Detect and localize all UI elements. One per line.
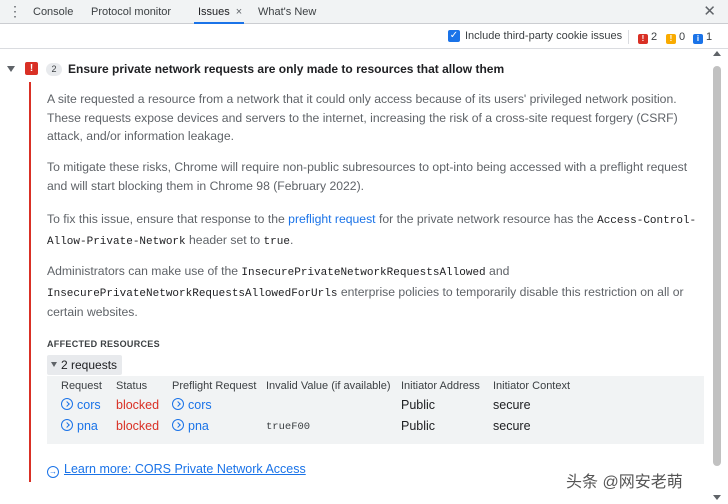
preflight-name: pna	[188, 419, 209, 433]
column-header-preflight: Preflight Request	[172, 380, 257, 392]
third-party-cookie-checkbox[interactable]: ✓	[448, 30, 460, 42]
initiator-address: Public	[401, 398, 436, 412]
initiator-address: Public	[401, 419, 436, 433]
scroll-up-arrow-icon[interactable]	[713, 51, 721, 56]
more-tabs-menu-icon[interactable]: ⋮	[8, 3, 22, 19]
issue-description-4: Administrators can make use of the Insec…	[47, 262, 697, 322]
network-request-icon	[61, 398, 73, 410]
network-request-icon	[61, 419, 73, 431]
p3-text-3: header set to	[185, 232, 264, 247]
preflight-link-pna[interactable]: pna	[172, 419, 209, 433]
close-drawer-icon[interactable]: ✕	[703, 2, 716, 22]
watermark: 头条 @网安老萌	[566, 474, 683, 491]
network-request-icon	[172, 398, 184, 410]
issues-toolbar: ✓ Include third-party cookie issues ! 2 !…	[0, 25, 728, 49]
chevron-down-icon	[51, 362, 57, 367]
column-header-initiator-context: Initiator Context	[493, 380, 571, 392]
column-header-request: Request	[61, 380, 102, 392]
p3-text-4: .	[289, 232, 294, 247]
error-count-value: 2	[651, 31, 658, 43]
policy-name-code-1: InsecurePrivateNetworkRequestsAllowed	[241, 267, 486, 279]
issue-title: Ensure private network requests are only…	[68, 62, 505, 76]
column-header-status: Status	[116, 380, 148, 392]
scrollbar-thumb[interactable]	[713, 66, 721, 466]
warning-icon: !	[666, 34, 676, 44]
p4-text-1: Administrators can make use of the	[47, 264, 242, 278]
issue-description-3: To fix this issue, ensure that response …	[47, 210, 697, 251]
info-count-value: 1	[706, 31, 713, 43]
info-count[interactable]: i1	[693, 31, 712, 44]
request-name: pna	[77, 419, 98, 433]
tab-whats-new[interactable]: What's New	[258, 0, 316, 24]
request-link-pna[interactable]: pna	[61, 419, 98, 433]
request-link-cors[interactable]: cors	[61, 398, 101, 412]
issue-description-1: A site requested a resource from a netwo…	[47, 92, 678, 143]
preflight-request-link[interactable]: preflight request	[288, 212, 375, 226]
tab-issues[interactable]: Issues ×	[193, 0, 245, 24]
request-name: cors	[77, 398, 101, 412]
policy-name-code-2: InsecurePrivateNetworkRequestsAllowedFor…	[47, 287, 338, 300]
error-icon: !	[638, 34, 648, 44]
invalid-value: trueF00	[266, 421, 311, 433]
p3-text-2: for the private network resource has the	[375, 212, 598, 226]
issue-severity-bar	[29, 82, 31, 482]
status-blocked: blocked	[116, 419, 160, 433]
issue-count-badge: 2	[46, 63, 62, 76]
network-request-icon	[172, 419, 184, 431]
tab-issues-label: Issues	[198, 6, 230, 18]
toolbar-divider	[628, 30, 629, 44]
status-blocked: blocked	[116, 398, 160, 412]
p3-text-1: To fix this issue, ensure that response …	[47, 212, 289, 226]
scroll-down-arrow-icon[interactable]	[713, 495, 721, 500]
column-header-invalid-value: Invalid Value (if available)	[266, 380, 391, 392]
tab-console[interactable]: Console	[33, 0, 73, 24]
third-party-cookie-label[interactable]: Include third-party cookie issues	[465, 30, 622, 42]
initiator-context: secure	[493, 419, 531, 433]
column-header-initiator-address: Initiator Address	[401, 380, 480, 392]
preflight-name: cors	[188, 398, 212, 412]
header-value-code: true	[263, 235, 290, 248]
warning-count[interactable]: ! 0	[666, 31, 685, 44]
error-badge-icon: !	[25, 62, 38, 75]
p4-text-2: and	[485, 264, 510, 278]
arrow-right-circle-icon: →	[47, 466, 59, 478]
initiator-context: secure	[493, 398, 531, 412]
requests-toggle[interactable]: 2 requests	[47, 355, 123, 375]
issue-header[interactable]: ! 2 Ensure private network requests are …	[0, 56, 712, 82]
warning-count-value: 0	[679, 31, 686, 43]
drawer-tab-bar: ⋮ Console Protocol monitor Issues × What'…	[0, 0, 728, 24]
tab-protocol-monitor[interactable]: Protocol monitor	[91, 0, 171, 24]
issue-description-2: To mitigate these risks, Chrome will req…	[47, 160, 688, 193]
expand-chevron-icon[interactable]	[7, 66, 15, 72]
preflight-link-cors[interactable]: cors	[172, 398, 212, 412]
affected-resources-heading: AFFECTED RESOURCES	[47, 339, 160, 349]
close-tab-icon[interactable]: ×	[236, 6, 242, 18]
error-count[interactable]: ! 2	[638, 31, 657, 44]
info-icon: i	[693, 34, 703, 44]
requests-toggle-label: 2 requests	[61, 358, 118, 372]
learn-more-link[interactable]: → Learn more: CORS Private Network Access	[47, 462, 306, 478]
learn-more-label: Learn more: CORS Private Network Access	[64, 462, 306, 476]
